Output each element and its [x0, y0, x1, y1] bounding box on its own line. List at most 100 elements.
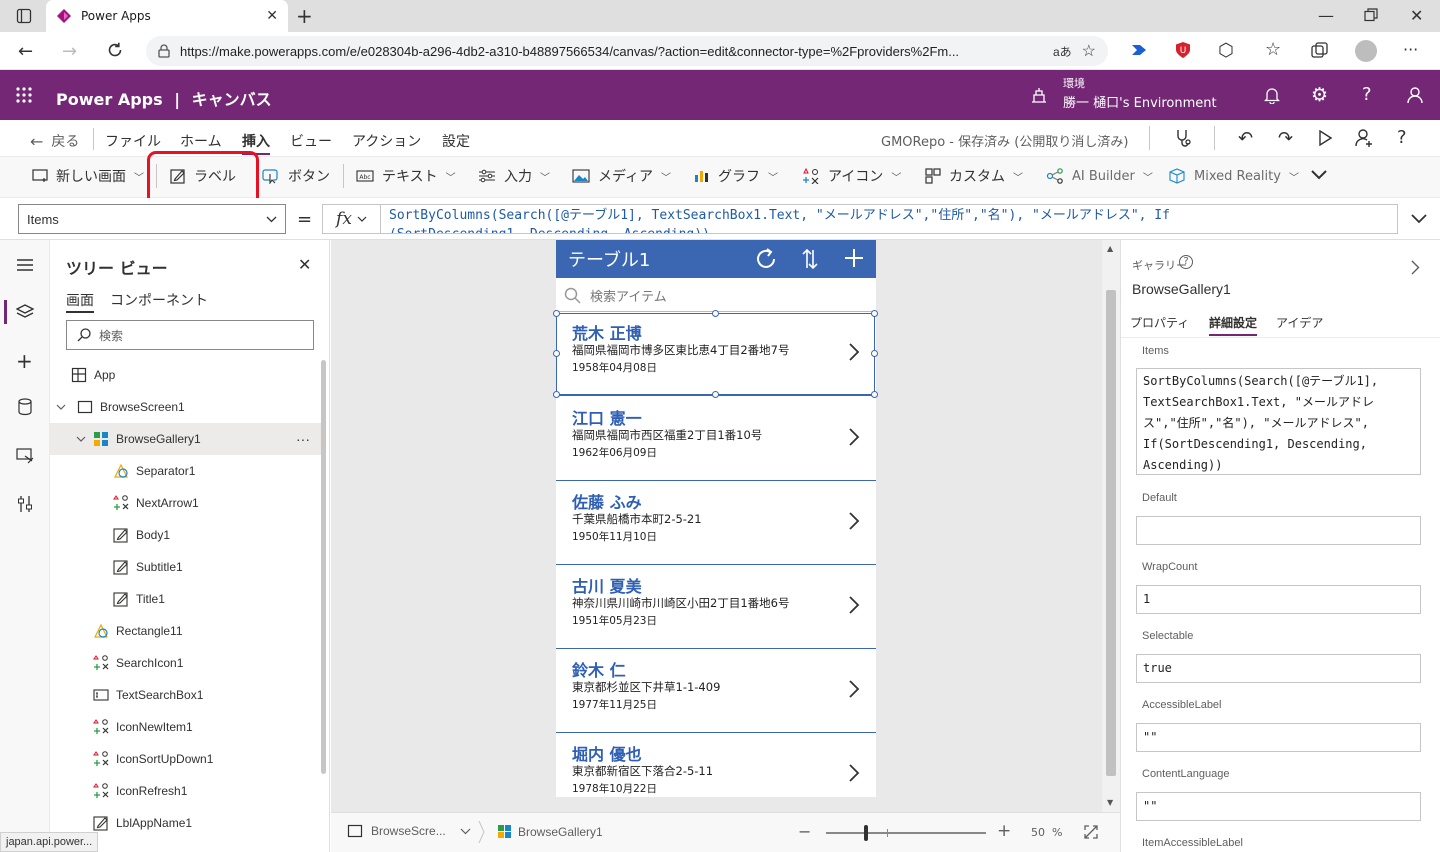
custom-button[interactable]: カスタム ﹀: [925, 156, 1023, 196]
new-screen-button[interactable]: 新しい画面 ﹀: [32, 156, 144, 196]
chevron-down-icon[interactable]: [56, 404, 70, 410]
sort-updown-icon[interactable]: [802, 248, 818, 270]
selection-handle[interactable]: [871, 310, 878, 317]
tree-item-textsearchbox1[interactable]: TextSearchBox1: [50, 679, 322, 711]
collections-icon[interactable]: [1311, 42, 1329, 58]
tree-item-searchicon1[interactable]: SearchIcon1: [50, 647, 322, 679]
back-button[interactable]: ← 戻る: [30, 131, 79, 151]
tab-advanced[interactable]: 詳細設定: [1209, 314, 1258, 336]
tab-close-icon[interactable]: ✕: [266, 8, 278, 24]
media-rail-icon[interactable]: [16, 447, 34, 465]
app-title[interactable]: テーブル1: [568, 246, 650, 272]
gallery-breadcrumb[interactable]: BrowseGallery1: [497, 824, 603, 839]
tree-scrollbar[interactable]: [321, 360, 326, 774]
new-tab-icon[interactable]: +: [296, 4, 313, 28]
more-options-icon[interactable]: ···: [296, 431, 310, 447]
zoom-slider-thumb[interactable]: [864, 825, 868, 841]
control-name[interactable]: BrowseGallery1: [1132, 281, 1231, 297]
scroll-thumb[interactable]: [1106, 290, 1116, 776]
gallery-item[interactable]: 江口 憲一 福岡県福岡市西区福重2丁目1番10号 1962年06月09日: [556, 397, 876, 481]
wrapcount-field[interactable]: 1: [1136, 585, 1421, 614]
profile-avatar[interactable]: [1355, 40, 1377, 62]
gallery-item[interactable]: 堀内 優也 東京都新宿区下落合2-5-11 1978年10月22日: [556, 733, 876, 797]
canvas-scrollbar[interactable]: ▲ ▼: [1102, 240, 1120, 812]
browser-menu-icon[interactable]: ···: [1403, 40, 1418, 59]
zoom-in-icon[interactable]: +: [997, 821, 1011, 841]
forward-icon[interactable]: →: [62, 41, 77, 62]
selection-handle[interactable]: [871, 391, 878, 398]
gallery-item[interactable]: 佐藤 ふみ 千葉県船橋市本町2-5-21 1950年11月10日: [556, 481, 876, 565]
ribbon-expand-icon[interactable]: [1310, 169, 1328, 181]
chart-button[interactable]: グラフ ﹀: [694, 156, 778, 196]
tree-item-nextarrow1[interactable]: NextArrow1: [50, 487, 322, 519]
next-arrow-icon[interactable]: [848, 763, 860, 783]
minimize-icon[interactable]: —: [1318, 6, 1334, 25]
data-cylinder-icon[interactable]: [18, 398, 32, 416]
extensions-icon[interactable]: ⬡: [1218, 40, 1234, 61]
selection-handle[interactable]: [871, 350, 878, 357]
icon-button[interactable]: アイコン ﹀: [802, 156, 901, 196]
environment-selector[interactable]: 環境 勝一 樋口's Environment: [1063, 75, 1217, 111]
waffle-icon[interactable]: [16, 87, 32, 103]
back-icon[interactable]: ←: [18, 41, 33, 62]
hamburger-icon[interactable]: [16, 258, 34, 272]
command-help-icon[interactable]: ?: [1397, 127, 1407, 148]
tree-item-browsescreen1[interactable]: BrowseScreen1: [50, 391, 322, 423]
screen-breadcrumb[interactable]: BrowseScre...: [347, 824, 471, 838]
accessible-label-field[interactable]: "": [1136, 723, 1421, 752]
browser-tab[interactable]: Power Apps ✕: [46, 0, 288, 32]
search-box[interactable]: 検索アイテム: [556, 280, 876, 312]
tab-actions-icon[interactable]: [16, 8, 32, 24]
notification-icon[interactable]: [1264, 86, 1280, 104]
tree-item-title1[interactable]: Title1: [50, 583, 322, 615]
chevron-down-icon[interactable]: [76, 436, 90, 442]
next-arrow-icon[interactable]: [848, 427, 860, 447]
settings-gear-icon[interactable]: ⚙: [1311, 84, 1328, 106]
items-field[interactable]: SortByColumns(Search([@テーブル1], TextSearc…: [1136, 368, 1421, 475]
tree-item-body1[interactable]: Body1: [50, 519, 322, 551]
zoom-slider[interactable]: [826, 832, 986, 834]
media-button[interactable]: メディア ﹀: [572, 156, 671, 196]
content-language-field[interactable]: "": [1136, 792, 1421, 821]
input-button[interactable]: 入力 ﹀: [478, 156, 550, 196]
extension-arrow-icon[interactable]: [1130, 42, 1148, 58]
scroll-up-icon[interactable]: ▲: [1107, 244, 1113, 253]
tree-view-layers-icon[interactable]: [16, 303, 34, 321]
tab-screens[interactable]: 画面: [66, 290, 94, 313]
selection-handle[interactable]: [712, 310, 719, 317]
next-arrow-icon[interactable]: [848, 511, 860, 531]
app-checker-icon[interactable]: [1172, 128, 1192, 148]
mixed-reality-button[interactable]: Mixed Reality ﹀: [1168, 156, 1299, 196]
window-close-icon[interactable]: ✕: [1410, 6, 1423, 25]
add-item-icon[interactable]: [844, 248, 864, 268]
address-bar[interactable]: https://make.powerapps.com/e/e028304b-a2…: [146, 36, 1108, 66]
button-button[interactable]: ボタン: [262, 156, 330, 196]
share-user-icon[interactable]: [1355, 128, 1375, 148]
tab-properties[interactable]: プロパティ: [1130, 314, 1189, 331]
add-favorite-icon[interactable]: ☆: [1082, 41, 1096, 61]
panel-collapse-icon[interactable]: [1411, 260, 1420, 275]
tree-item-iconnewitem1[interactable]: IconNewItem1: [50, 711, 322, 743]
selection-handle[interactable]: [553, 350, 560, 357]
formula-input[interactable]: SortByColumns(Search([@テーブル1], TextSearc…: [322, 204, 1398, 234]
tree-item-iconrefresh1[interactable]: IconRefresh1: [50, 775, 322, 807]
restore-icon[interactable]: [1364, 8, 1378, 22]
default-field[interactable]: [1136, 516, 1421, 545]
selection-handle[interactable]: [553, 310, 560, 317]
scroll-down-icon[interactable]: ▼: [1107, 798, 1113, 807]
tree-item-subtitle1[interactable]: Subtitle1: [50, 551, 322, 583]
read-aloud-icon[interactable]: aあ: [1053, 43, 1072, 60]
tree-close-icon[interactable]: ✕: [298, 255, 311, 274]
menu-action[interactable]: アクション: [352, 131, 421, 151]
text-button[interactable]: Abc テキスト ﹀: [356, 156, 456, 196]
menu-file[interactable]: ファイル: [105, 131, 161, 151]
app-screen-header[interactable]: テーブル1: [556, 240, 876, 278]
menu-view[interactable]: ビュー: [290, 131, 332, 151]
gallery-item[interactable]: 古川 夏美 神奈川県川崎市川崎区小田2丁目1番地6号 1951年05月23日: [556, 565, 876, 649]
selectable-field[interactable]: true: [1136, 654, 1421, 683]
menu-settings[interactable]: 設定: [442, 131, 470, 151]
selection-handle[interactable]: [553, 391, 560, 398]
tree-search-box[interactable]: 検索: [66, 320, 314, 350]
refresh-icon[interactable]: [754, 247, 778, 271]
ai-builder-button[interactable]: AI Builder ﹀: [1046, 156, 1153, 196]
